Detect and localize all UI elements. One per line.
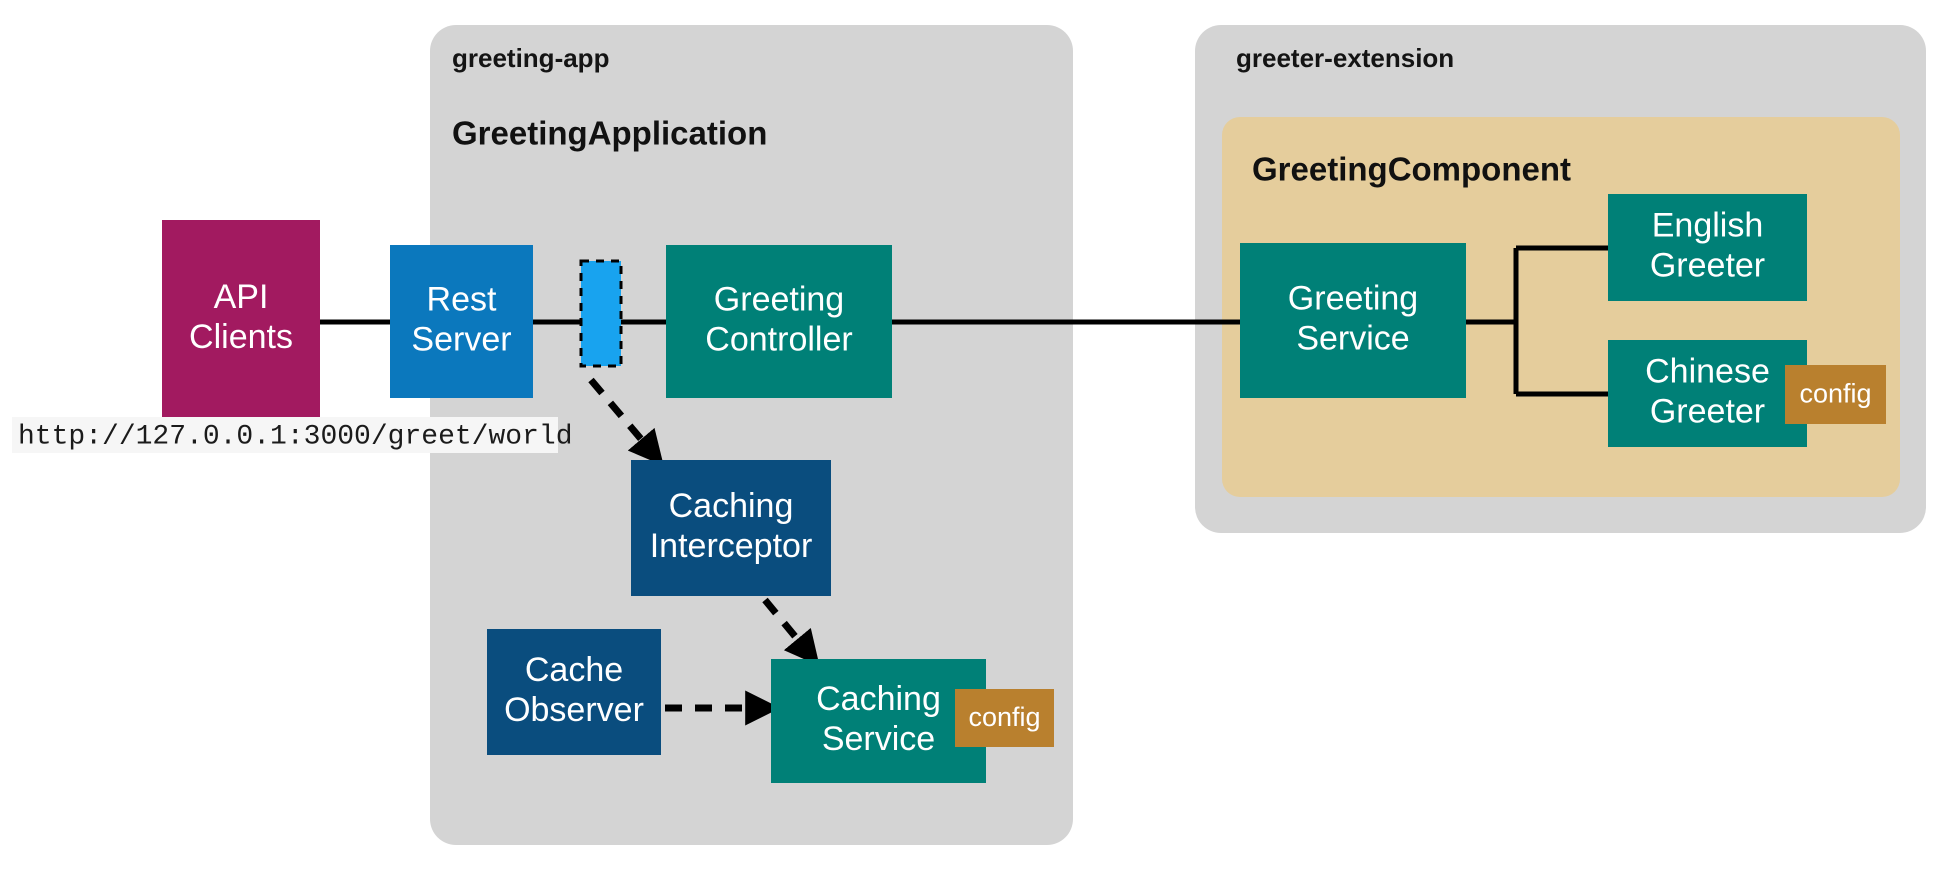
caching-service-node-label-line-1: Service [822,720,935,758]
diagram-canvas: greeting-app GreetingApplication greeter-e… [0,0,1936,874]
chinese-greeter-config-badge-label: config [1799,379,1871,409]
cache-observer-node[interactable]: CacheObserver [487,629,661,755]
chinese-greeter-config-badge[interactable]: config [1785,365,1886,424]
chinese-greeter-node-label-line-0: Chinese [1645,352,1770,390]
group-caption-greeter-extension: greeter-extension [1236,43,1454,73]
greeting-service-node-label-line-0: Greeting [1288,279,1418,317]
group-title-greeting-component: GreetingComponent [1252,151,1571,188]
rest-server-node-label-line-1: Server [411,320,511,358]
english-greeter-node-label-line-1: Greeter [1650,246,1765,284]
cache-observer-node-label-line-1: Observer [504,691,644,729]
greeting-controller-node[interactable]: GreetingController [666,245,892,398]
request-url-label-text: http://127.0.0.1:3000/greet/world [18,421,573,452]
english-greeter-node[interactable]: EnglishGreeter [1608,194,1807,301]
caching-interceptor-node-label-line-0: Caching [669,487,794,525]
api-clients-node-label-line-0: API [214,278,269,316]
greeting-controller-node-label-line-1: Controller [705,320,852,358]
greeting-service-node[interactable]: GreetingService [1240,243,1466,398]
greeting-controller-node-label-line-0: Greeting [714,280,844,318]
architecture-diagram: greeting-app GreetingApplication greeter-e… [12,25,1926,845]
api-clients-node-label-line-1: Clients [189,318,293,356]
caching-service-config-badge[interactable]: config [955,689,1054,747]
caching-service-config-badge-label: config [968,702,1040,732]
caching-service-node[interactable]: CachingService [771,659,986,783]
url-annotation: http://127.0.0.1:3000/greet/world [12,417,573,453]
rest-server-node[interactable]: RestServer [390,245,533,398]
rest-server-node-label-line-0: Rest [427,280,497,318]
sequence-marker-node-rect [579,259,623,368]
caching-service-node-label-line-0: Caching [816,680,941,718]
cache-observer-node-label-line-0: Cache [525,651,623,689]
group-caption-greeting-app: greeting-app [452,43,609,73]
caching-interceptor-node-label-line-1: Interceptor [650,527,813,565]
greeting-service-node-label-line-1: Service [1296,319,1409,357]
english-greeter-node-label-line-0: English [1652,206,1764,244]
api-clients-node[interactable]: APIClients [162,220,320,418]
sequence-marker-node[interactable] [579,259,623,368]
chinese-greeter-node[interactable]: ChineseGreeter [1608,340,1807,447]
caching-interceptor-node[interactable]: CachingInterceptor [631,460,831,596]
group-title-greeting-app: GreetingApplication [452,115,767,152]
chinese-greeter-node-label-line-1: Greeter [1650,392,1765,430]
request-url-label: http://127.0.0.1:3000/greet/world [12,417,573,453]
